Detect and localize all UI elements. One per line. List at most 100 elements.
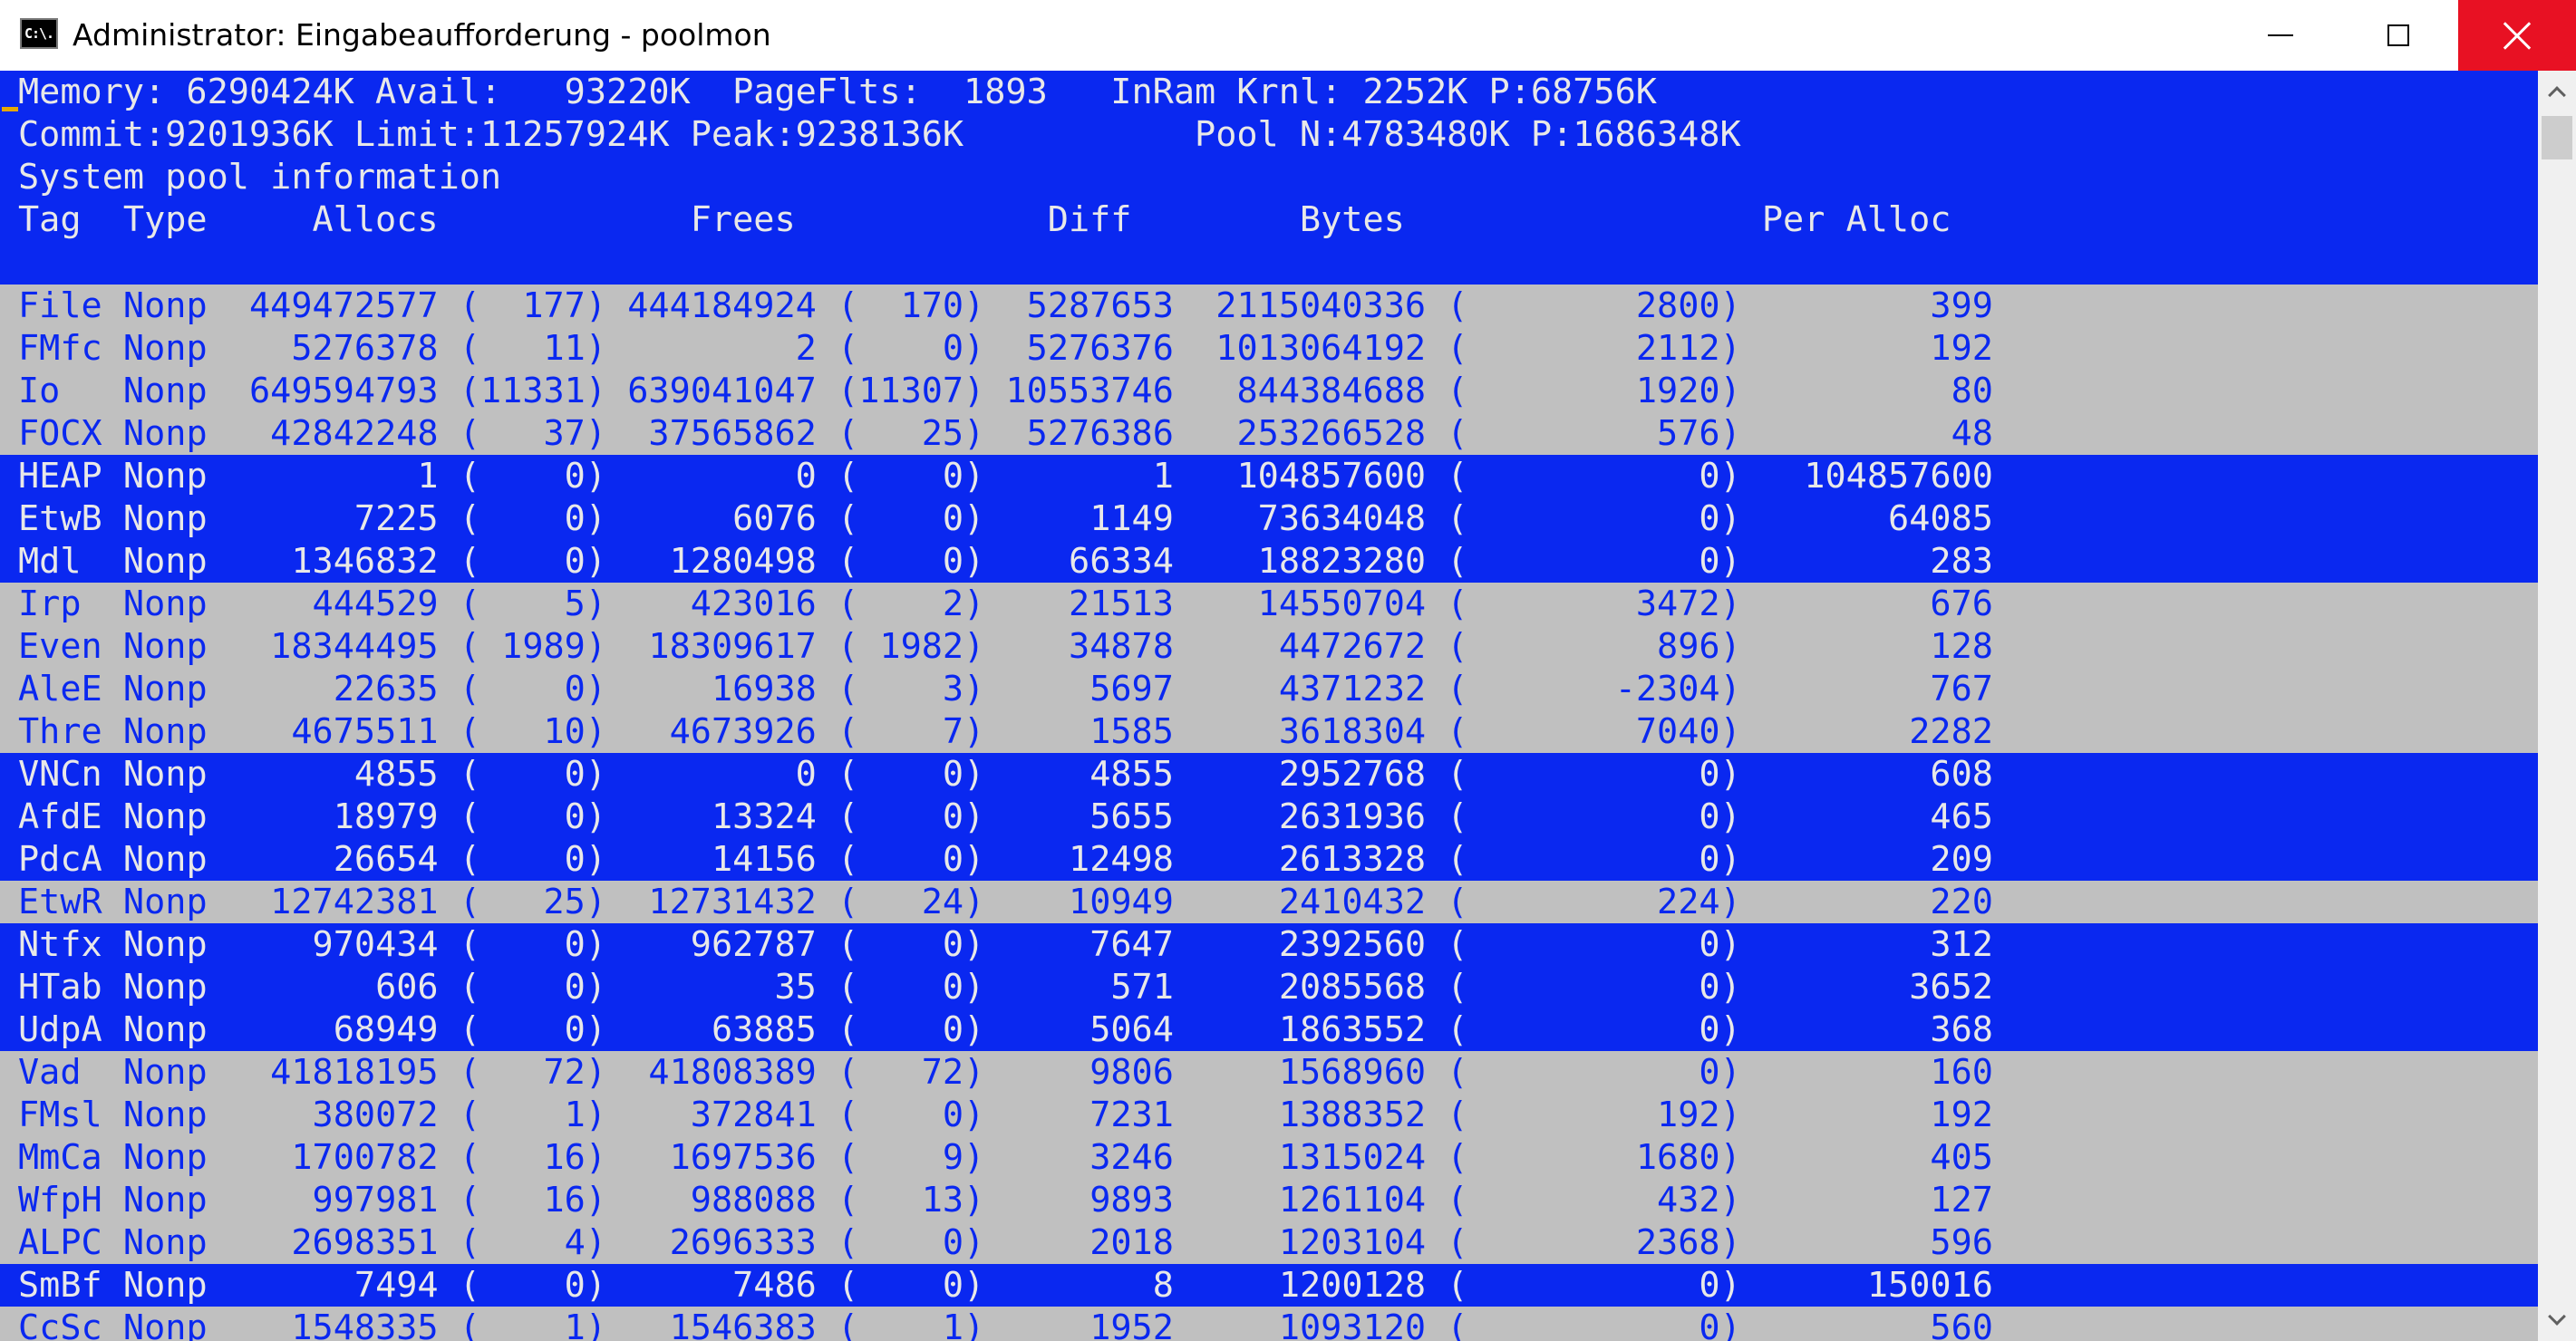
table-row: Irp Nonp 444529 ( 5) 423016 ( 2) 21513 1…: [0, 583, 2538, 625]
type-cell: Nonp: [122, 754, 208, 795]
diff-cell: 1149: [1005, 498, 1174, 539]
bytes-delta-cell: 0: [1467, 456, 1720, 497]
table-row: FMfc Nonp 5276378 ( 11) 2 ( 0) 5276376 1…: [0, 327, 2538, 370]
frees-cell: 35: [627, 967, 817, 1008]
type-cell: Nonp: [122, 1052, 208, 1093]
bytes-cell: 2115040336: [1195, 285, 1427, 326]
frees-delta-cell: 0: [858, 498, 964, 539]
bytes-cell: 14550704: [1195, 584, 1427, 624]
diff-cell: 34878: [1005, 626, 1174, 667]
tag-cell: CcSc: [18, 1307, 102, 1341]
type-cell: Nonp: [122, 1222, 208, 1263]
frees-delta-cell: 0: [858, 839, 964, 880]
title-bar[interactable]: C:\. Administrator: Eingabeaufforderung …: [0, 0, 2576, 71]
type-cell: Nonp: [122, 328, 208, 369]
allocs-cell: 22635: [228, 669, 439, 709]
vertical-scrollbar[interactable]: [2538, 71, 2576, 1341]
bytes-cell: 2952768: [1195, 754, 1427, 795]
diff-cell: 5064: [1005, 1009, 1174, 1050]
chevron-down-icon: [2548, 1307, 2566, 1326]
frees-cell: 0: [627, 456, 817, 497]
frees-cell: 63885: [627, 1009, 817, 1050]
type-cell: Nonp: [122, 924, 208, 965]
table-row: Ntfx Nonp 970434 ( 0) 962787 ( 0) 7647 2…: [0, 923, 2538, 966]
allocs-cell: 1548335: [228, 1307, 439, 1341]
type-cell: Nonp: [122, 1009, 208, 1050]
maximize-button[interactable]: [2339, 0, 2457, 71]
allocs-cell: 649594793: [228, 371, 439, 411]
bytes-delta-cell: 0: [1467, 924, 1720, 965]
type-cell: Nonp: [122, 1307, 208, 1341]
close-button[interactable]: [2458, 0, 2576, 71]
allocs-delta-cell: 1: [479, 1095, 586, 1135]
diff-cell: 5655: [1005, 796, 1174, 837]
allocs-cell: 970434: [228, 924, 439, 965]
per-alloc-cell: 465: [1761, 796, 1993, 837]
allocs-delta-cell: 0: [479, 541, 586, 582]
allocs-cell: 5276378: [228, 328, 439, 369]
tag-cell: Mdl: [18, 541, 102, 582]
per-alloc-cell: 608: [1761, 754, 1993, 795]
tag-cell: HTab: [18, 967, 102, 1008]
frees-cell: 444184924: [627, 285, 817, 326]
type-cell: Nonp: [122, 498, 208, 539]
allocs-cell: 41818195: [228, 1052, 439, 1093]
diff-cell: 7647: [1005, 924, 1174, 965]
allocs-delta-cell: 4: [479, 1222, 586, 1263]
maximize-icon: [2387, 24, 2409, 46]
bytes-delta-cell: 0: [1467, 1009, 1720, 1050]
tag-cell: AleE: [18, 669, 102, 709]
frees-cell: 16938: [627, 669, 817, 709]
bytes-cell: 1388352: [1195, 1095, 1427, 1135]
table-row: EtwB Nonp 7225 ( 0) 6076 ( 0) 1149 73634…: [0, 497, 2538, 540]
column-header: Tag Type Allocs Frees Diff Bytes Per All…: [18, 199, 1951, 240]
allocs-delta-cell: 0: [479, 839, 586, 880]
table-row: Thre Nonp 4675511 ( 10) 4673926 ( 7) 158…: [0, 710, 2538, 753]
frees-cell: 6076: [627, 498, 817, 539]
scroll-thumb[interactable]: [2542, 116, 2572, 159]
bytes-cell: 1261104: [1195, 1180, 1427, 1220]
bytes-cell: 1203104: [1195, 1222, 1427, 1263]
table-row: PdcA Nonp 26654 ( 0) 14156 ( 0) 12498 26…: [0, 838, 2538, 881]
frees-delta-cell: 2: [858, 584, 964, 624]
scroll-down-button[interactable]: [2538, 1299, 2576, 1341]
bytes-delta-cell: 3472: [1467, 584, 1720, 624]
per-alloc-cell: 405: [1761, 1137, 1993, 1178]
diff-cell: 66334: [1005, 541, 1174, 582]
allocs-delta-cell: 11: [479, 328, 586, 369]
bytes-delta-cell: 0: [1467, 967, 1720, 1008]
allocs-delta-cell: 0: [479, 754, 586, 795]
bytes-delta-cell: 1680: [1467, 1137, 1720, 1178]
per-alloc-cell: 2282: [1761, 711, 1993, 752]
tag-cell: PdcA: [18, 839, 102, 880]
diff-cell: 5287653: [1005, 285, 1174, 326]
frees-delta-cell: 72: [858, 1052, 964, 1093]
frees-delta-cell: 9: [858, 1137, 964, 1178]
per-alloc-cell: 80: [1761, 371, 1993, 411]
tag-cell: Vad: [18, 1052, 102, 1093]
diff-cell: 21513: [1005, 584, 1174, 624]
allocs-cell: 2698351: [228, 1222, 439, 1263]
per-alloc-cell: 127: [1761, 1180, 1993, 1220]
allocs-cell: 444529: [228, 584, 439, 624]
console-output[interactable]: Memory: 6290424K Avail: 93220K PageFlts:…: [0, 71, 2538, 1341]
allocs-cell: 4675511: [228, 711, 439, 752]
per-alloc-cell: 767: [1761, 669, 1993, 709]
bytes-cell: 73634048: [1195, 498, 1427, 539]
diff-cell: 1952: [1005, 1307, 1174, 1341]
bytes-cell: 4371232: [1195, 669, 1427, 709]
frees-delta-cell: 0: [858, 328, 964, 369]
type-cell: Nonp: [122, 967, 208, 1008]
per-alloc-cell: 128: [1761, 626, 1993, 667]
type-cell: Nonp: [122, 669, 208, 709]
allocs-delta-cell: 0: [479, 1265, 586, 1306]
scroll-up-button[interactable]: [2538, 71, 2576, 112]
tag-cell: Even: [18, 626, 102, 667]
frees-delta-cell: 0: [858, 967, 964, 1008]
bytes-cell: 1863552: [1195, 1009, 1427, 1050]
allocs-cell: 26654: [228, 839, 439, 880]
per-alloc-cell: 209: [1761, 839, 1993, 880]
frees-cell: 2: [627, 328, 817, 369]
bytes-cell: 1200128: [1195, 1265, 1427, 1306]
minimize-button[interactable]: [2222, 0, 2339, 71]
